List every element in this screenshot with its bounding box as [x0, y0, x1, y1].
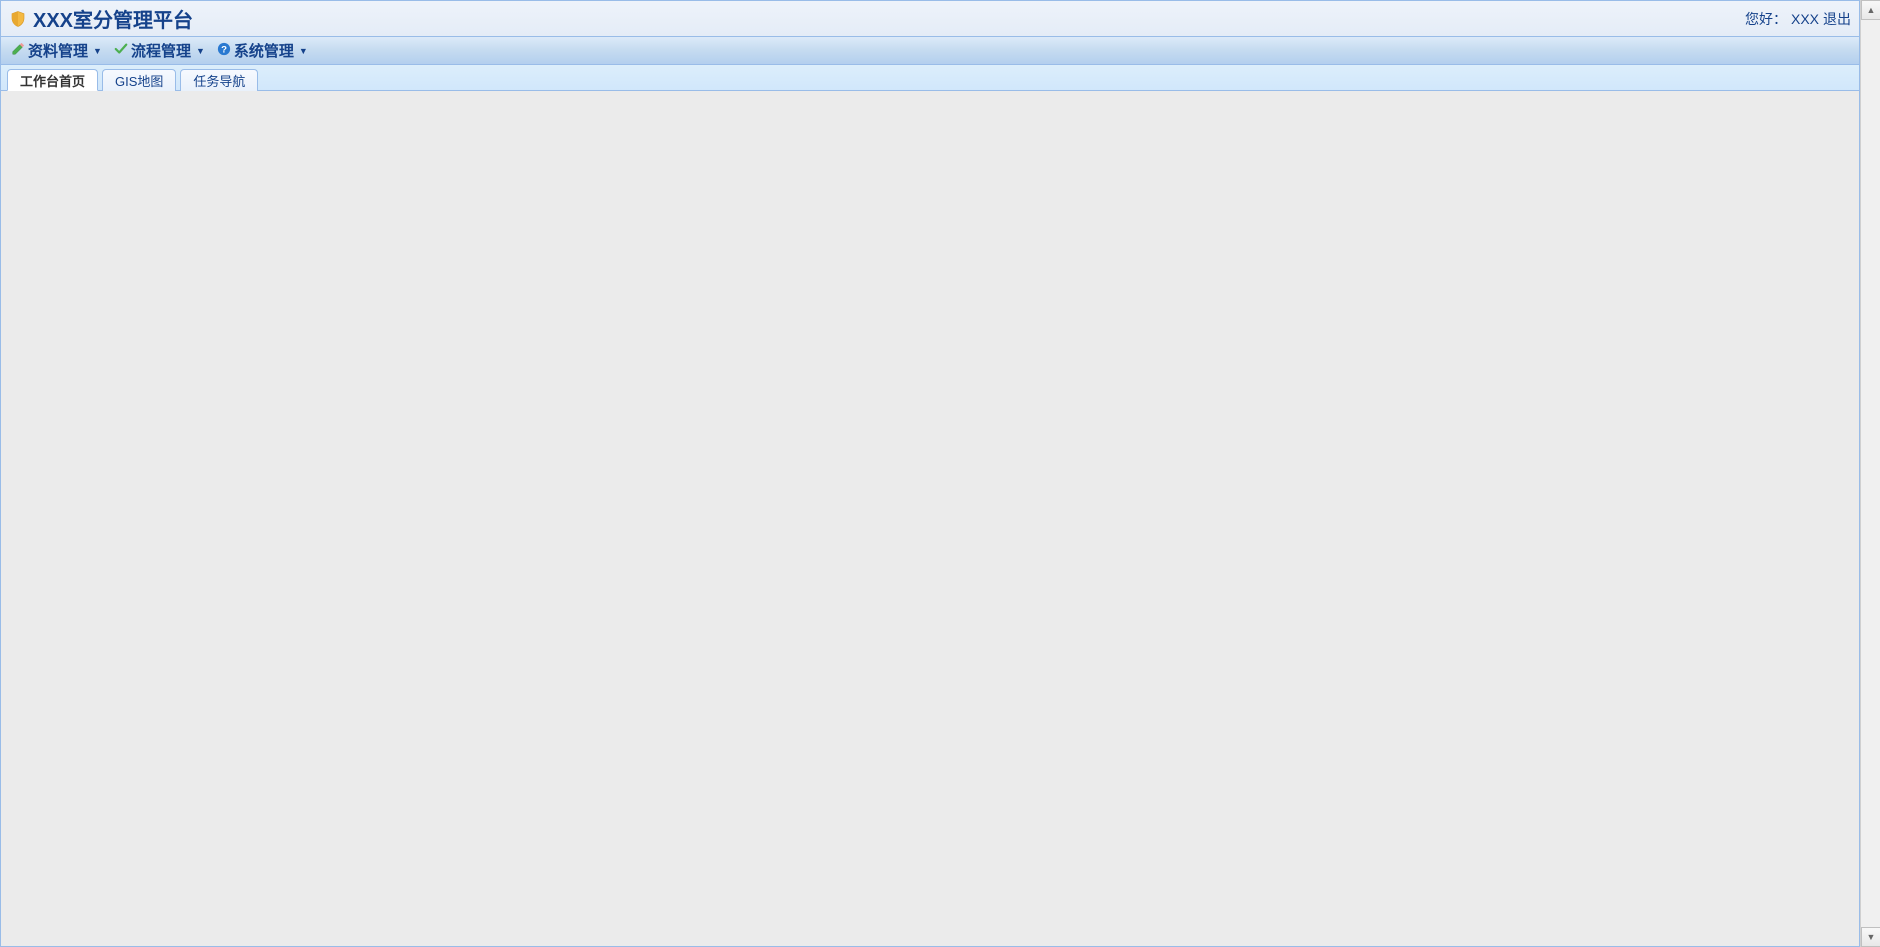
- username-label: XXX: [1791, 11, 1819, 27]
- tab-label: 工作台首页: [20, 71, 85, 90]
- greeting-label: 您好：: [1745, 9, 1787, 29]
- chevron-down-icon: ▼: [299, 46, 308, 56]
- tab-label: 任务导航: [193, 71, 245, 90]
- scroll-track[interactable]: [1861, 20, 1880, 927]
- main-window: XXX室分管理平台 您好： XXX 退出 资料管理 ▼ 流程管理 ▼ ?: [0, 0, 1860, 947]
- tab-bar: 工作台首页 GIS地图 任务导航: [1, 65, 1859, 91]
- menu-bar: 资料管理 ▼ 流程管理 ▼ ? 系统管理 ▼: [1, 37, 1859, 65]
- header-bar: XXX室分管理平台 您好： XXX 退出: [1, 1, 1859, 37]
- pencil-icon: [11, 42, 25, 60]
- check-icon: [114, 42, 128, 60]
- scroll-down-button[interactable]: ▼: [1861, 927, 1880, 947]
- menu-label: 资料管理: [28, 40, 88, 61]
- content-area: [1, 91, 1859, 946]
- chevron-down-icon: ▼: [196, 46, 205, 56]
- menu-system-management[interactable]: ? 系统管理 ▼: [213, 38, 312, 63]
- scroll-up-button[interactable]: ▲: [1861, 0, 1880, 20]
- tab-task-navigation[interactable]: 任务导航: [180, 69, 258, 91]
- menu-process-management[interactable]: 流程管理 ▼: [110, 38, 209, 63]
- tab-workbench-home[interactable]: 工作台首页: [7, 69, 98, 91]
- vertical-scrollbar[interactable]: ▲ ▼: [1860, 0, 1880, 947]
- menu-label: 系统管理: [234, 40, 294, 61]
- svg-text:?: ?: [221, 44, 227, 55]
- header-left: XXX室分管理平台: [9, 4, 193, 33]
- menu-label: 流程管理: [131, 40, 191, 61]
- app-title: XXX室分管理平台: [33, 4, 193, 33]
- header-user-area: 您好： XXX 退出: [1745, 9, 1851, 29]
- tab-label: GIS地图: [115, 71, 163, 90]
- shield-icon: [9, 10, 27, 28]
- logout-link[interactable]: 退出: [1823, 9, 1851, 29]
- help-icon: ?: [217, 42, 231, 60]
- chevron-down-icon: ▼: [93, 46, 102, 56]
- menu-data-management[interactable]: 资料管理 ▼: [7, 38, 106, 63]
- tab-gis-map[interactable]: GIS地图: [102, 69, 176, 91]
